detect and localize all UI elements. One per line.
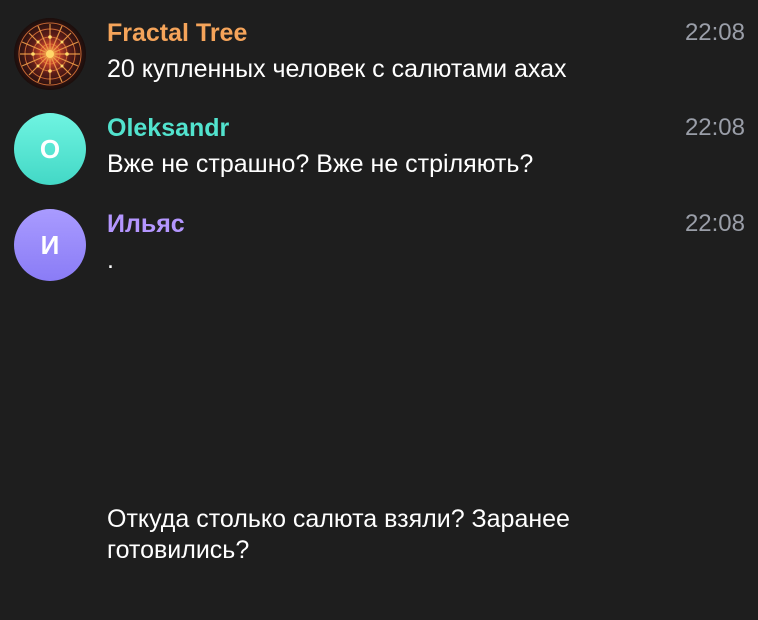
message-text: Откуда столько салюта взяли? Заранее гот… bbox=[107, 505, 570, 564]
avatar[interactable] bbox=[14, 18, 86, 90]
message-item[interactable]: Fractal Tree 22:08 20 купленных человек … bbox=[0, 18, 758, 90]
avatar-letter: O bbox=[39, 133, 61, 164]
message-item[interactable]: O Oleksandr 22:08 Вже не страшно? Вже не… bbox=[0, 113, 758, 185]
message-text: . bbox=[107, 246, 114, 274]
avatar-letter: И bbox=[40, 229, 60, 260]
sender-name[interactable]: Oleksandr bbox=[107, 113, 229, 143]
message-text: Вже не страшно? Вже не стріляють? bbox=[107, 150, 534, 178]
sender-name[interactable]: Ильяс bbox=[107, 209, 185, 239]
message-item[interactable]: И Ильяс 22:08 . bbox=[0, 209, 758, 281]
sender-name[interactable]: Fractal Tree bbox=[107, 18, 247, 48]
message-time: 22:08 bbox=[684, 210, 745, 237]
message-text: 20 купленных человек с салютами ахах bbox=[107, 55, 567, 83]
avatar[interactable]: O bbox=[14, 113, 86, 185]
message-time: 22:08 bbox=[684, 19, 745, 46]
avatar[interactable]: И bbox=[14, 209, 86, 281]
message-time: 22:08 bbox=[684, 114, 745, 141]
fractal-mandala-icon bbox=[14, 18, 86, 90]
chat-message-list: Fractal Tree 22:08 20 купленных человек … bbox=[0, 0, 758, 620]
